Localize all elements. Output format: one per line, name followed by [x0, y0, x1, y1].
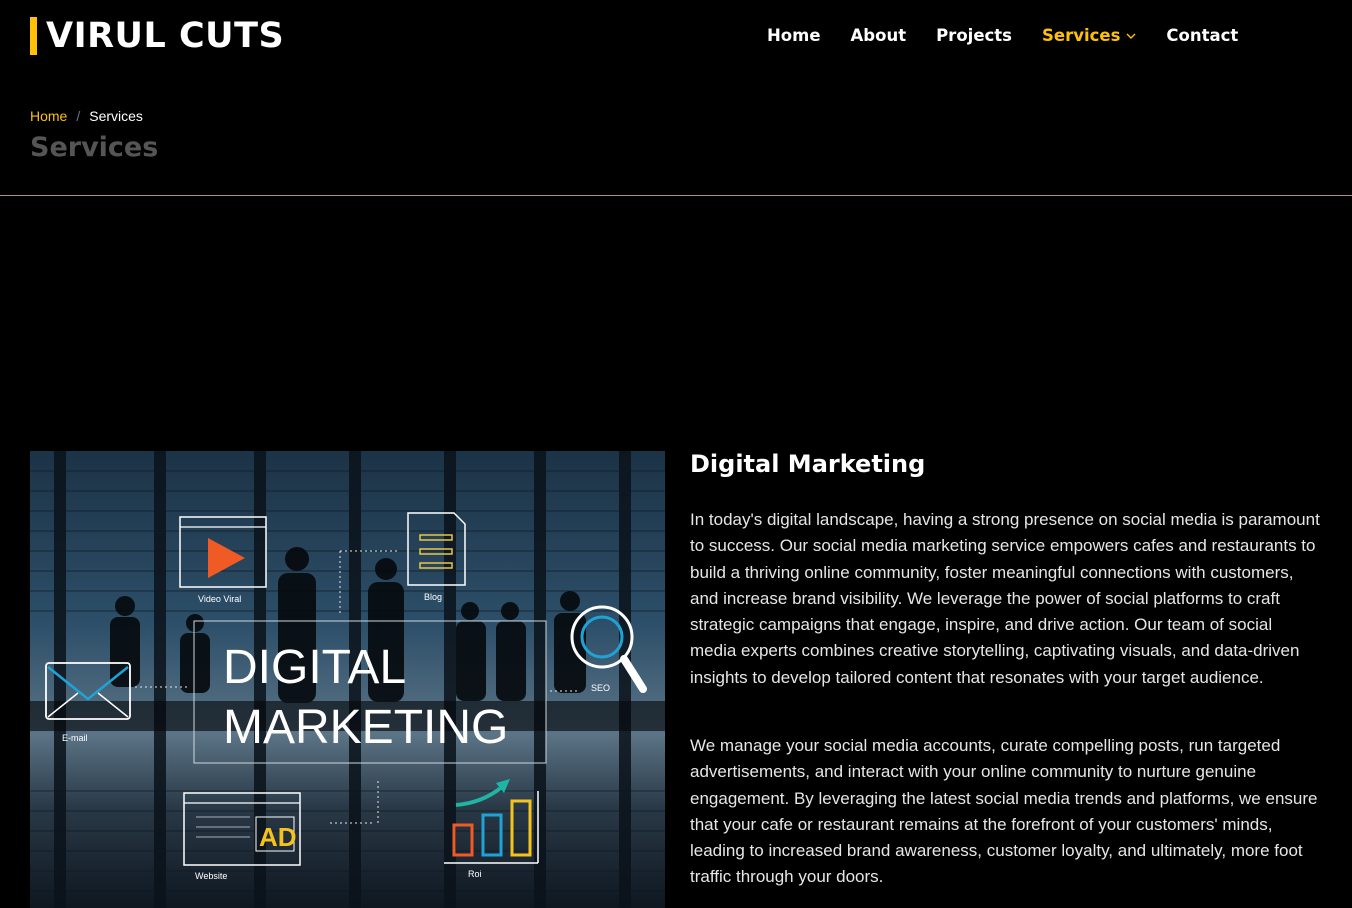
breadcrumb-current: Services — [89, 108, 143, 124]
page-title: Services — [30, 132, 159, 163]
video-icon — [179, 516, 267, 588]
logo-text: VIRUL CUTS — [46, 16, 285, 56]
breadcrumb: Home / Services — [30, 108, 143, 124]
label-email: E-mail — [62, 733, 88, 743]
label-roi: Roi — [468, 869, 482, 879]
nav-about[interactable]: About — [851, 24, 907, 48]
label-video: Video Viral — [198, 594, 241, 604]
site-header: VIRUL CUTS Home About Projects Services … — [0, 0, 1352, 80]
main-nav: Home About Projects Services Contact — [767, 24, 1268, 48]
breadcrumb-home[interactable]: Home — [30, 108, 67, 124]
section-title: Digital Marketing — [690, 450, 926, 478]
logo[interactable]: VIRUL CUTS — [30, 16, 284, 56]
logo-accent-bar — [30, 17, 37, 55]
nav-services[interactable]: Services — [1042, 24, 1136, 48]
label-website: Website — [195, 871, 227, 881]
header-divider — [0, 195, 1352, 196]
label-seo: SEO — [591, 683, 610, 693]
nav-contact[interactable]: Contact — [1166, 24, 1238, 48]
chevron-down-icon — [1126, 33, 1136, 39]
headline-line2: MARKETING — [223, 701, 508, 754]
label-blog: Blog — [424, 592, 442, 602]
headline-line1: DIGITAL — [223, 641, 406, 694]
illustration: Video Viral Blog SEO E-mail DIGITAL MARK… — [30, 451, 665, 908]
nav-home[interactable]: Home — [767, 24, 821, 48]
nav-projects[interactable]: Projects — [936, 24, 1012, 48]
nav-services-label: Services — [1042, 26, 1121, 45]
section-paragraph-1: In today's digital landscape, having a s… — [690, 510, 1320, 687]
blog-doc-icon — [407, 512, 466, 586]
breadcrumb-separator: / — [76, 108, 81, 124]
ad-text: AD — [259, 822, 297, 852]
digital-marketing-image: Video Viral Blog SEO E-mail DIGITAL MARK… — [30, 451, 665, 908]
section-paragraph-2: We manage your social media accounts, cu… — [690, 736, 1318, 887]
